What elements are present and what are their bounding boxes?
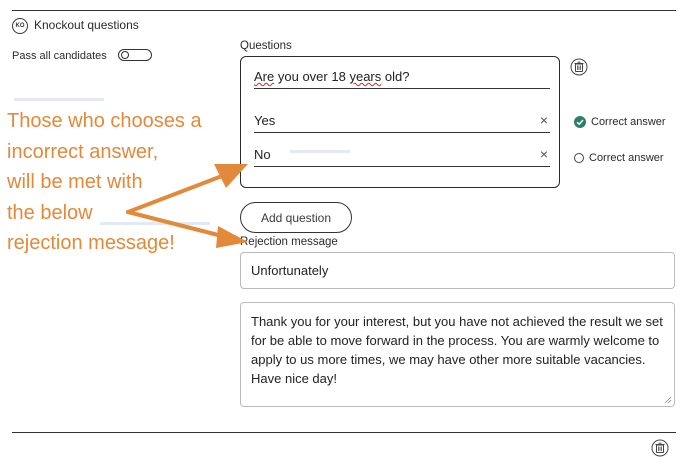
questions-label: Questions [240,40,292,52]
rejection-message-label: Rejection message [240,236,338,248]
top-divider [12,10,676,11]
add-question-button[interactable]: Add question [240,202,352,233]
remove-answer-icon[interactable]: × [540,112,548,128]
annotation-callout-text: Those who chooses a incorrect answer, wi… [7,110,202,254]
answer-field-yes[interactable]: Yes × [254,111,550,133]
trash-icon[interactable] [570,58,588,76]
rejection-title-input[interactable]: Unfortunately [240,252,675,289]
question-input[interactable]: Are you over 18 years old? [254,68,550,89]
trash-icon[interactable] [651,439,669,457]
rejection-title-value: Unfortunately [251,263,329,278]
background-smudge [14,98,104,101]
radio-label: Correct answer [591,116,666,128]
question-text: Are you over 18 years old? [254,69,410,84]
radio-label: Correct answer [589,152,664,164]
answer-text: Yes [254,113,276,128]
radio-circle-icon [574,153,584,163]
check-circle-icon [574,116,586,128]
pass-all-label: Pass all candidates [12,50,107,62]
bottom-divider [12,432,676,433]
rejection-body-textarea[interactable]: Thank you for your interest, but you hav… [240,302,675,407]
resize-grip-icon[interactable] [664,396,672,404]
answer-field-no[interactable]: No × [254,146,550,167]
knockout-questions-panel: KO Knockout questions Pass all candidate… [0,0,688,476]
ko-badge-icon: KO [12,18,28,34]
correct-answer-radio-yes[interactable]: Correct answer [574,116,666,128]
toggle-knob [121,51,129,59]
answer-text: No [254,147,271,162]
rejection-body-value: Thank you for your interest, but you hav… [251,314,663,386]
section-title: Knockout questions [34,18,139,32]
remove-answer-icon[interactable]: × [540,146,548,162]
pass-all-toggle[interactable] [118,49,152,61]
correct-answer-radio-no[interactable]: Correct answer [574,152,664,164]
